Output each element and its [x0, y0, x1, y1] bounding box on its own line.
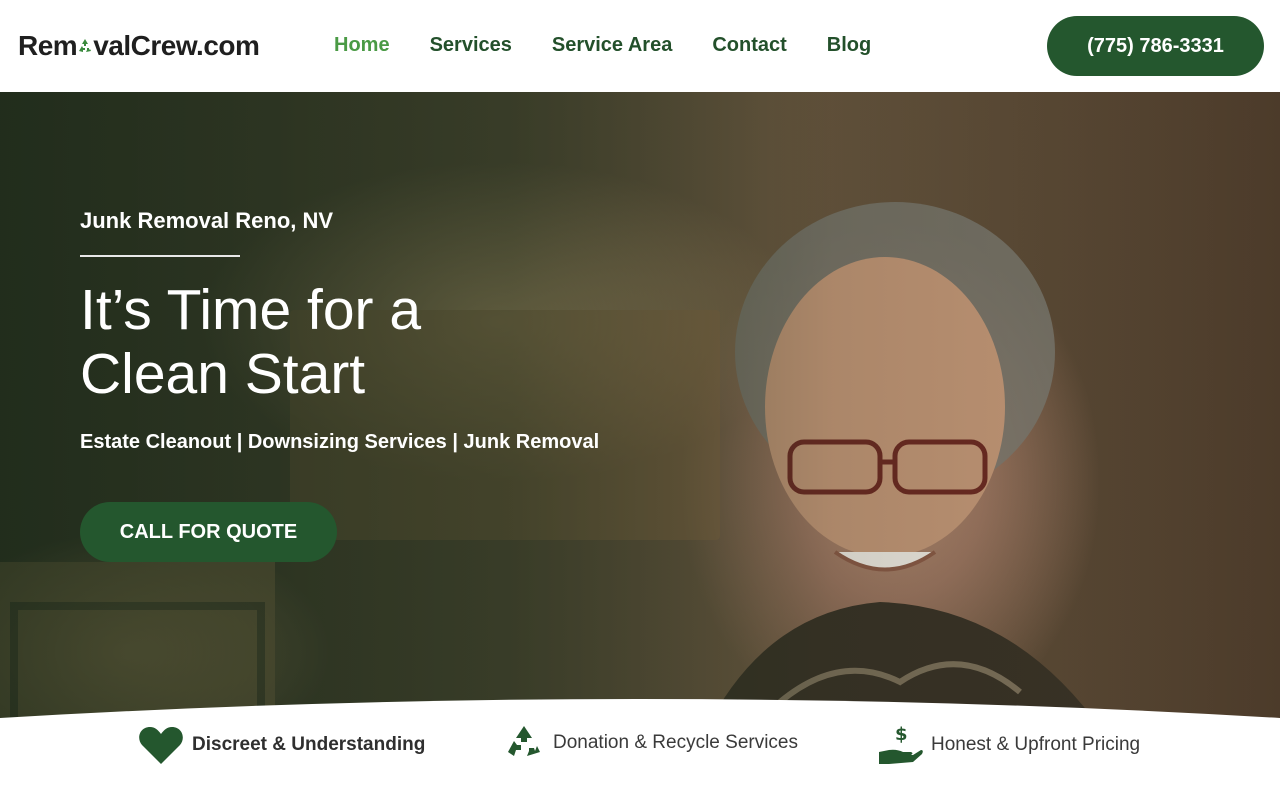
- nav-blog[interactable]: Blog: [827, 34, 871, 57]
- hero-section: Junk Removal Reno, NV It’s Time for a Cl…: [0, 92, 1280, 732]
- site-logo[interactable]: Rem valCrew.com: [18, 30, 260, 62]
- dollar-hand-icon: $: [879, 724, 923, 764]
- heart-icon: [139, 727, 183, 764]
- feature-donation: Donation & Recycle Services: [503, 722, 798, 764]
- phone-button[interactable]: (775) 786-3331: [1047, 16, 1264, 76]
- logo-text-start: Rem: [18, 30, 78, 61]
- feature-discreet: Discreet & Understanding: [138, 724, 425, 766]
- logo-text-end: valCrew.com: [93, 30, 260, 61]
- hero-divider: [80, 255, 240, 257]
- hero-overlay: [0, 92, 1280, 732]
- site-header: Rem valCrew.com Home Services Service Ar…: [0, 0, 1280, 92]
- feature-label: Donation & Recycle Services: [553, 732, 798, 753]
- nav-service-area[interactable]: Service Area: [552, 34, 672, 57]
- nav-home[interactable]: Home: [334, 34, 390, 57]
- feature-label: Honest & Upfront Pricing: [931, 734, 1141, 755]
- recycle-icon: [508, 726, 540, 756]
- hero-services: Estate Cleanout | Downsizing Services | …: [80, 431, 600, 453]
- features-bar: Discreet & Understanding Donation & Recy…: [0, 720, 1280, 800]
- hero-kicker: Junk Removal Reno, NV: [80, 208, 334, 233]
- nav-services[interactable]: Services: [430, 34, 512, 57]
- feature-pricing: $ Honest & Upfront Pricing: [877, 724, 1140, 766]
- main-nav: Home Services Service Area Contact Blog: [334, 34, 871, 57]
- nav-contact[interactable]: Contact: [712, 34, 786, 57]
- call-for-quote-button[interactable]: CALL FOR QUOTE: [80, 502, 337, 562]
- feature-label: Discreet & Understanding: [192, 734, 426, 755]
- headline-line-1: It’s Time for a: [80, 278, 422, 342]
- headline-line-2: Clean Start: [80, 342, 366, 406]
- recycle-logo-icon: [79, 39, 92, 52]
- hero-headline: It’s Time for a Clean Start: [80, 278, 540, 406]
- svg-text:$: $: [895, 724, 908, 745]
